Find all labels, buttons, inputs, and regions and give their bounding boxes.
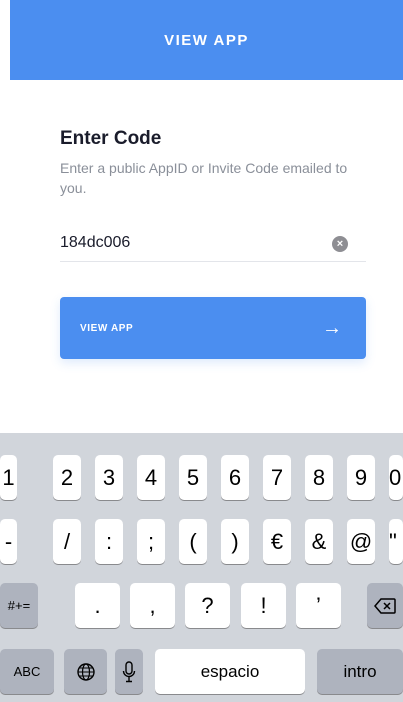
key-dash[interactable]: -	[0, 519, 17, 564]
key-open-paren[interactable]: (	[179, 519, 207, 564]
top-bar: VIEW APP	[10, 0, 403, 80]
form-subtitle: Enter a public AppID or Invite Code emai…	[60, 160, 348, 196]
key-close-paren[interactable]: )	[221, 519, 249, 564]
key-comma[interactable]: ,	[130, 583, 175, 628]
key-2[interactable]: 2	[53, 455, 81, 500]
enter-code-form: Enter Code Enter a public AppID or Invit…	[60, 128, 366, 198]
globe-icon[interactable]	[64, 649, 107, 694]
key-semicolon[interactable]: ;	[137, 519, 165, 564]
key-exclamation[interactable]: !	[241, 583, 286, 628]
key-more-symbols[interactable]: #+=	[0, 583, 38, 628]
top-bar-title: VIEW APP	[164, 31, 249, 49]
space-key[interactable]: espacio	[155, 649, 305, 694]
key-ampersand[interactable]: &	[305, 519, 333, 564]
key-euro[interactable]: €	[263, 519, 291, 564]
key-question[interactable]: ?	[185, 583, 230, 628]
backspace-icon[interactable]	[367, 583, 403, 628]
code-input[interactable]	[60, 231, 320, 255]
key-9[interactable]: 9	[347, 455, 375, 500]
key-apostrophe[interactable]: ’	[296, 583, 341, 628]
return-key[interactable]: intro	[317, 649, 403, 694]
key-7[interactable]: 7	[263, 455, 291, 500]
view-app-button[interactable]: VIEW APP →	[60, 297, 366, 359]
key-at[interactable]: @	[347, 519, 375, 564]
microphone-icon[interactable]	[115, 649, 143, 694]
key-8[interactable]: 8	[305, 455, 333, 500]
key-slash[interactable]: /	[53, 519, 81, 564]
clear-icon[interactable]: ×	[332, 236, 348, 252]
keyboard: 1 2 3 4 5 6 7 8 9 0 - / : ; ( ) € & @ " …	[0, 433, 403, 702]
key-period[interactable]: .	[75, 583, 120, 628]
key-3[interactable]: 3	[95, 455, 123, 500]
key-abc[interactable]: ABC	[0, 649, 54, 694]
key-quote[interactable]: "	[389, 519, 403, 564]
code-field: ×	[60, 227, 366, 262]
view-app-button-label: VIEW APP	[80, 322, 134, 334]
arrow-right-icon: →	[322, 317, 342, 339]
form-title: Enter Code	[60, 128, 162, 149]
key-colon[interactable]: :	[95, 519, 123, 564]
key-1[interactable]: 1	[0, 455, 17, 500]
key-6[interactable]: 6	[221, 455, 249, 500]
key-4[interactable]: 4	[137, 455, 165, 500]
key-5[interactable]: 5	[179, 455, 207, 500]
key-0[interactable]: 0	[389, 455, 403, 500]
